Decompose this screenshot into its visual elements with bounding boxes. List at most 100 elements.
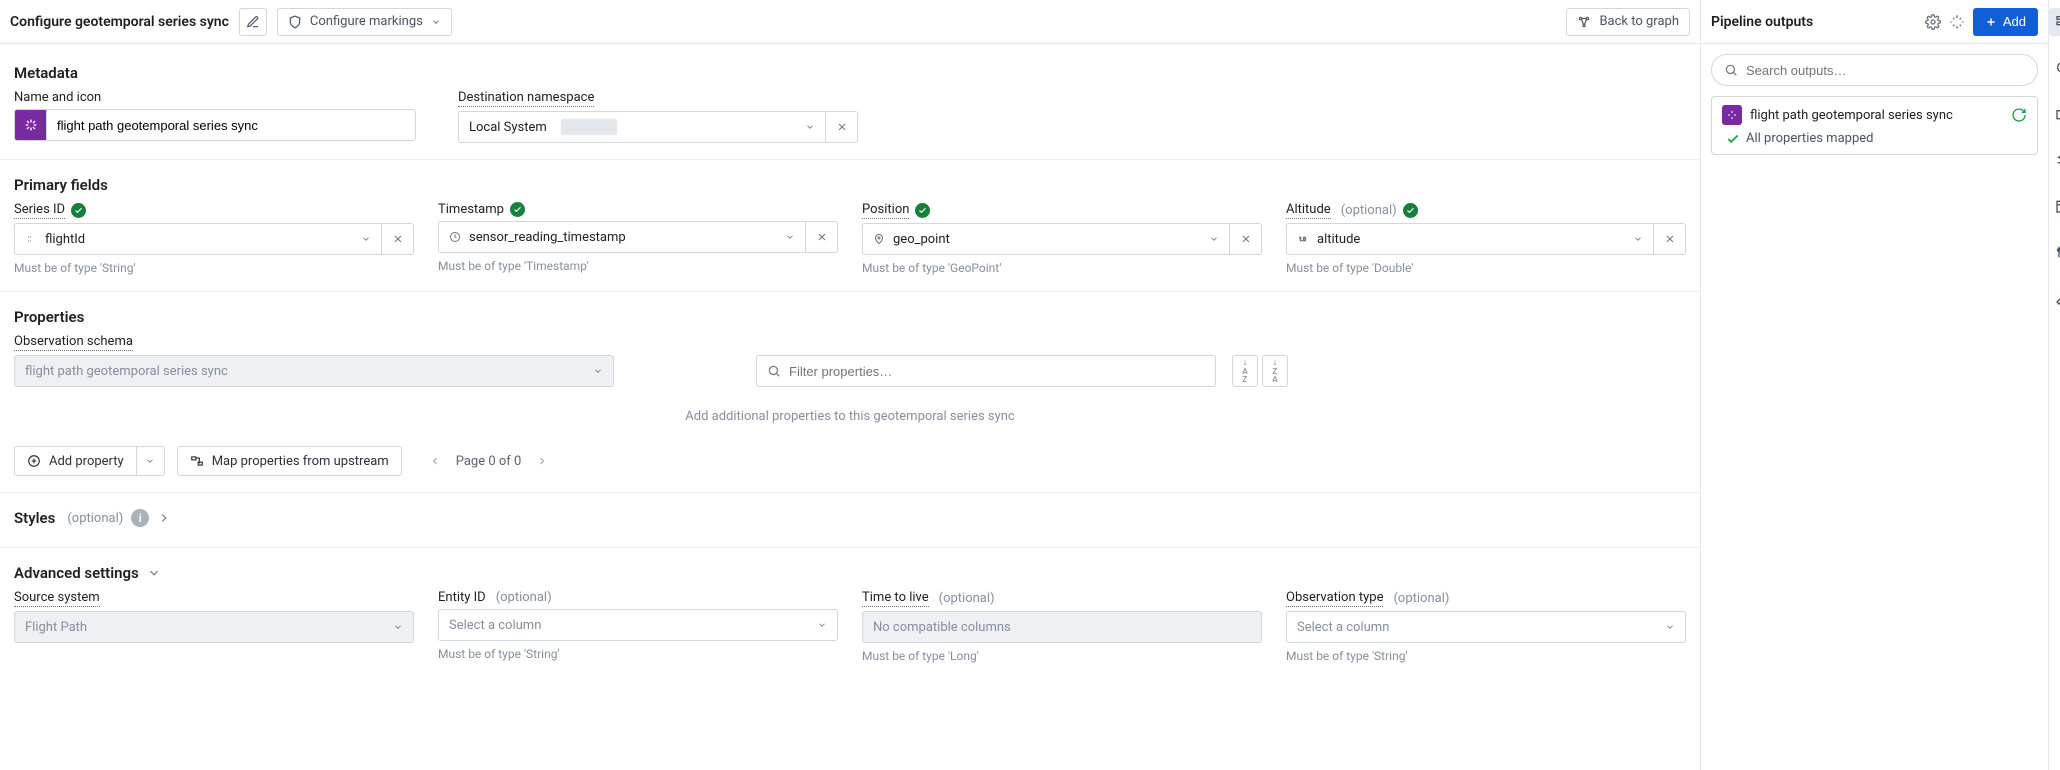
output-icon (1722, 105, 1742, 125)
graph-icon (1577, 15, 1591, 29)
altitude-optional: (optional) (1341, 203, 1397, 218)
ttl-label: Time to live (862, 590, 929, 607)
obstype-select[interactable]: Select a column (1286, 611, 1686, 643)
close-icon (392, 233, 404, 245)
primary-heading: Primary fields (14, 176, 1686, 194)
edit-title-button[interactable] (239, 8, 267, 36)
svg-text:1.0: 1.0 (1299, 237, 1306, 243)
filter-properties-input[interactable] (756, 355, 1216, 387)
entity-placeholder: Select a column (449, 618, 541, 633)
check-icon (915, 203, 930, 218)
info-icon[interactable]: i (131, 509, 149, 527)
schema-select: flight path geotemporal series sync (14, 355, 614, 387)
series-clear[interactable] (382, 223, 414, 255)
add-output-button[interactable]: Add (1973, 8, 2038, 36)
properties-hint: Add additional properties to this geotem… (14, 409, 1686, 424)
altitude-clear[interactable] (1654, 223, 1686, 255)
map-upstream-button[interactable]: Map properties from upstream (177, 446, 402, 476)
close-icon (836, 121, 848, 133)
rail-calendar[interactable] (2049, 192, 2060, 220)
pin-icon (873, 233, 885, 245)
config-body: Metadata Name and icon Destination names… (0, 44, 1700, 770)
number-icon: 1.0 (1297, 233, 1309, 245)
entity-hint: Must be of type 'String' (438, 647, 838, 661)
timestamp-hint: Must be of type 'Timestamp' (438, 259, 838, 273)
position-value: geo_point (893, 232, 950, 247)
chevron-down-icon (431, 17, 441, 27)
entity-icon[interactable] (14, 109, 46, 141)
right-rail (2049, 0, 2060, 770)
map-upstream-label: Map properties from upstream (212, 454, 389, 469)
sort-asc-button[interactable]: ↓AZ (1232, 355, 1258, 387)
sort-desc-button[interactable]: ↓ZA (1262, 355, 1288, 387)
position-hint: Must be of type 'GeoPoint' (862, 261, 1262, 275)
output-card[interactable]: flight path geotemporal series sync All … (1711, 96, 2038, 155)
ttl-placeholder: No compatible columns (873, 620, 1011, 635)
advanced-heading-row[interactable]: Advanced settings (14, 564, 1686, 582)
pager-prev[interactable] (426, 452, 444, 470)
gear-icon[interactable] (1925, 14, 1941, 30)
ttl-select: No compatible columns (862, 611, 1262, 643)
series-hint: Must be of type 'String' (14, 261, 414, 275)
add-property-button[interactable]: Add property (14, 446, 137, 476)
toolbar: Configure geotemporal series sync Config… (0, 0, 1700, 44)
outputs-search[interactable] (1711, 54, 2038, 86)
configure-markings-button[interactable]: Configure markings (277, 8, 452, 36)
search-icon (767, 364, 781, 378)
series-value: flightId (45, 232, 85, 247)
sparkle-icon[interactable] (1949, 14, 1965, 30)
entity-select[interactable]: Select a column (438, 609, 838, 641)
source-select: Flight Path (14, 611, 414, 643)
source-label: Source system (14, 590, 100, 607)
markings-label: Configure markings (310, 14, 423, 29)
properties-heading: Properties (14, 308, 1686, 326)
rail-equalizer[interactable] (2049, 238, 2060, 266)
rail-search[interactable] (2049, 54, 2060, 82)
entity-optional: (optional) (496, 590, 552, 605)
altitude-label: Altitude (1286, 202, 1331, 219)
pager-next[interactable] (533, 452, 551, 470)
rail-wrench[interactable] (2049, 284, 2060, 312)
pipeline-outputs-panel: Pipeline outputs Add flight path geotemp… (1701, 0, 2049, 770)
timestamp-clear[interactable] (806, 221, 838, 253)
add-property-label: Add property (49, 454, 124, 469)
close-icon (816, 231, 828, 243)
styles-optional: (optional) (67, 511, 123, 526)
timestamp-value: sensor_reading_timestamp (469, 230, 626, 245)
entity-label: Entity ID (438, 590, 486, 605)
back-label: Back to graph (1599, 14, 1679, 29)
chevron-right-icon (157, 511, 171, 525)
string-icon (25, 233, 37, 245)
check-icon (1726, 132, 1740, 146)
add-property-menu[interactable] (137, 446, 165, 476)
close-icon (1664, 233, 1676, 245)
pipeline-title: Pipeline outputs (1711, 14, 1917, 30)
altitude-select[interactable]: 1.0 altitude (1286, 223, 1654, 255)
name-input[interactable] (46, 109, 416, 141)
pager-text: Page 0 of 0 (456, 454, 522, 469)
chevron-down-icon (147, 566, 161, 580)
rail-folder[interactable] (2049, 100, 2060, 128)
shield-icon (288, 15, 302, 29)
styles-heading[interactable]: Styles (optional) i (14, 509, 1686, 527)
back-to-graph-button[interactable]: Back to graph (1566, 8, 1690, 36)
styles-label: Styles (14, 509, 55, 527)
sync-icon (2011, 107, 2027, 123)
map-icon (190, 454, 204, 468)
name-label: Name and icon (14, 90, 101, 105)
check-icon (71, 203, 86, 218)
destination-label: Destination namespace (458, 90, 594, 107)
position-label: Position (862, 202, 909, 219)
timestamp-select[interactable]: sensor_reading_timestamp (438, 221, 806, 253)
destination-clear[interactable] (826, 111, 858, 143)
rail-sliders[interactable] (2049, 146, 2060, 174)
series-select[interactable]: flightId (14, 223, 382, 255)
destination-select[interactable]: Local System (458, 111, 826, 143)
rail-outputs[interactable] (2049, 8, 2060, 36)
obstype-placeholder: Select a column (1297, 620, 1389, 635)
close-icon (1240, 233, 1252, 245)
check-icon (510, 202, 525, 217)
position-clear[interactable] (1230, 223, 1262, 255)
position-select[interactable]: geo_point (862, 223, 1230, 255)
metadata-heading: Metadata (14, 64, 1686, 82)
